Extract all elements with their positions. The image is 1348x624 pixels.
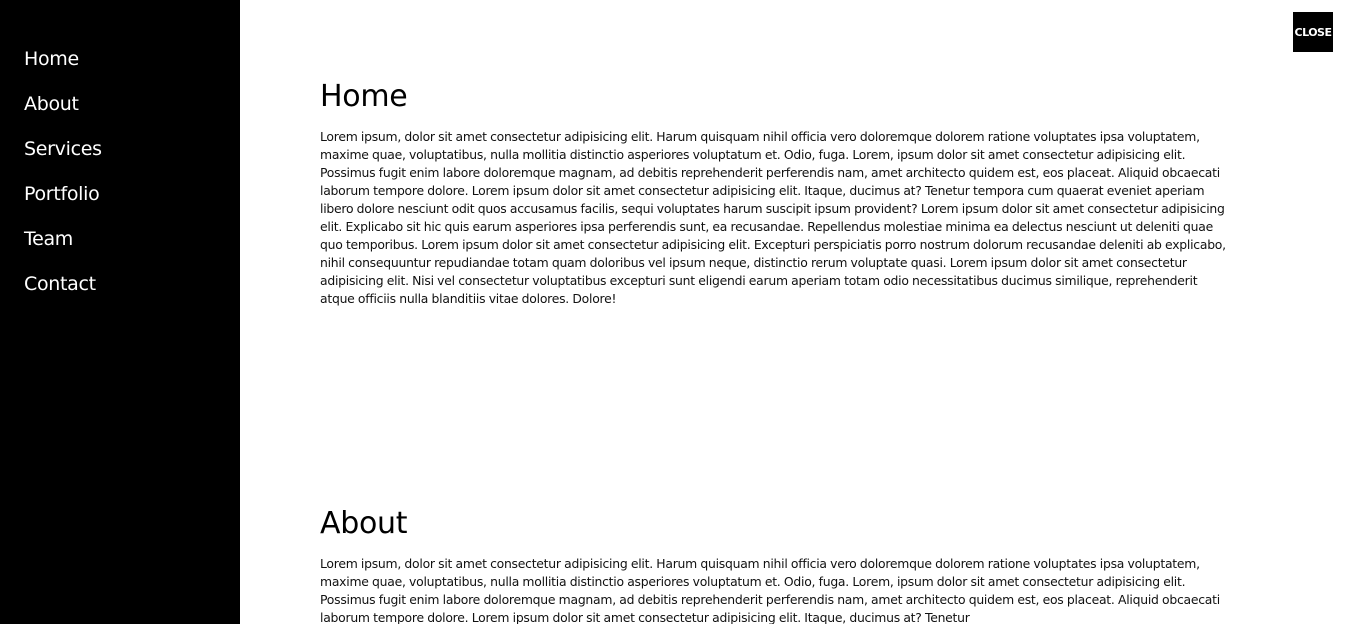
close-button[interactable]: CLOSE	[1293, 12, 1333, 52]
sidebar: Home About Services Portfolio Team Conta…	[0, 0, 240, 624]
sidebar-item-portfolio[interactable]: Portfolio	[0, 180, 240, 225]
main-content: Home Lorem ipsum, dolor sit amet consect…	[320, 0, 1230, 624]
sidebar-item-home[interactable]: Home	[0, 45, 240, 90]
section-home: Home Lorem ipsum, dolor sit amet consect…	[320, 79, 1230, 308]
sidebar-nav: Home About Services Portfolio Team Conta…	[0, 0, 240, 315]
sidebar-item-contact[interactable]: Contact	[0, 270, 240, 315]
section-about: About Lorem ipsum, dolor sit amet consec…	[320, 506, 1230, 624]
sidebar-item-services[interactable]: Services	[0, 135, 240, 180]
sidebar-item-about[interactable]: About	[0, 90, 240, 135]
section-title-about: About	[320, 506, 408, 541]
section-body-home: Lorem ipsum, dolor sit amet consectetur …	[320, 129, 1226, 306]
sidebar-item-team[interactable]: Team	[0, 225, 240, 270]
section-body-about: Lorem ipsum, dolor sit amet consectetur …	[320, 556, 1220, 624]
section-title-home: Home	[320, 79, 408, 114]
